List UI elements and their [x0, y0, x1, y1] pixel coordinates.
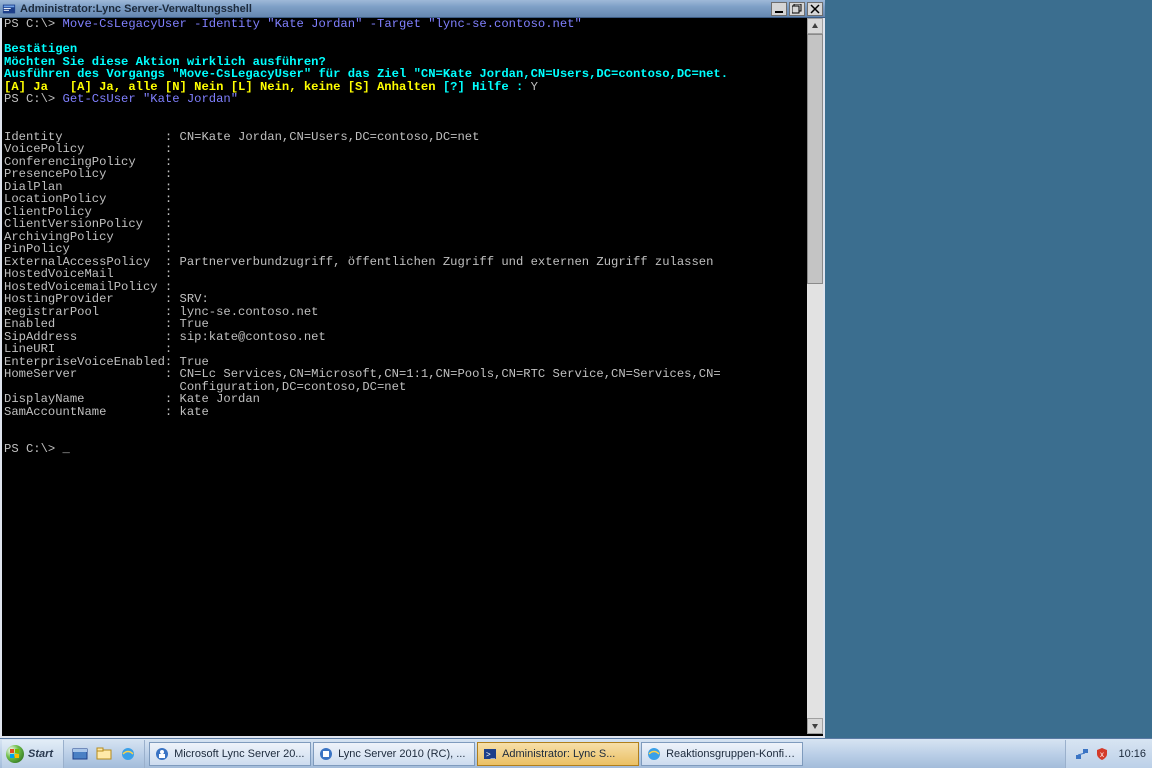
restore-button[interactable] [789, 2, 805, 16]
task-label: Administrator: Lync S... [502, 748, 615, 760]
start-button[interactable]: Start [2, 740, 64, 768]
windows-logo-icon [6, 745, 24, 763]
console-output[interactable]: PS C:\> Move-CsLegacyUser -Identity "Kat… [2, 18, 809, 734]
ie-page-icon [646, 746, 662, 762]
minimize-button[interactable] [771, 2, 787, 16]
network-icon[interactable] [1074, 746, 1090, 762]
task-lync-rc[interactable]: Lync Server 2010 (RC), ... [313, 742, 475, 766]
system-tray: x 10:16 [1065, 740, 1152, 768]
task-label: Microsoft Lync Server 20... [174, 748, 304, 760]
app-icon [0, 0, 18, 18]
scroll-down-button[interactable] [807, 718, 823, 734]
ie-icon[interactable] [118, 744, 138, 764]
task-reaktionsgruppen[interactable]: Reaktionsgruppen-Konfig... [641, 742, 803, 766]
task-admin-shell[interactable]: >_ Administrator: Lync S... [477, 742, 639, 766]
start-label: Start [28, 748, 53, 760]
powershell-icon: >_ [482, 746, 498, 762]
task-label: Lync Server 2010 (RC), ... [338, 748, 465, 760]
explorer-icon[interactable] [94, 744, 114, 764]
quick-launch [64, 740, 145, 768]
taskbar: Start Microsoft Lync Server 20... Lync S… [0, 738, 1152, 768]
window-titlebar: Administrator:Lync Server-Verwaltungsshe… [0, 0, 825, 18]
svg-text:x: x [1100, 750, 1104, 759]
svg-text:>_: >_ [486, 750, 496, 759]
task-label: Reaktionsgruppen-Konfig... [666, 748, 798, 760]
taskbar-clock[interactable]: 10:16 [1118, 748, 1146, 760]
lync-icon [154, 746, 170, 762]
console-frame: PS C:\> Move-CsLegacyUser -Identity "Kat… [0, 18, 825, 738]
task-lync-server-2010[interactable]: Microsoft Lync Server 20... [149, 742, 311, 766]
show-desktop-icon[interactable] [70, 744, 90, 764]
task-buttons: Microsoft Lync Server 20... Lync Server … [145, 740, 1065, 768]
scrollbar[interactable] [807, 18, 823, 734]
scroll-thumb[interactable] [807, 34, 823, 284]
window-title: Administrator:Lync Server-Verwaltungsshe… [20, 3, 252, 15]
security-icon[interactable]: x [1094, 746, 1110, 762]
close-button[interactable] [807, 2, 823, 16]
scroll-up-button[interactable] [807, 18, 823, 34]
lync-rc-icon [318, 746, 334, 762]
